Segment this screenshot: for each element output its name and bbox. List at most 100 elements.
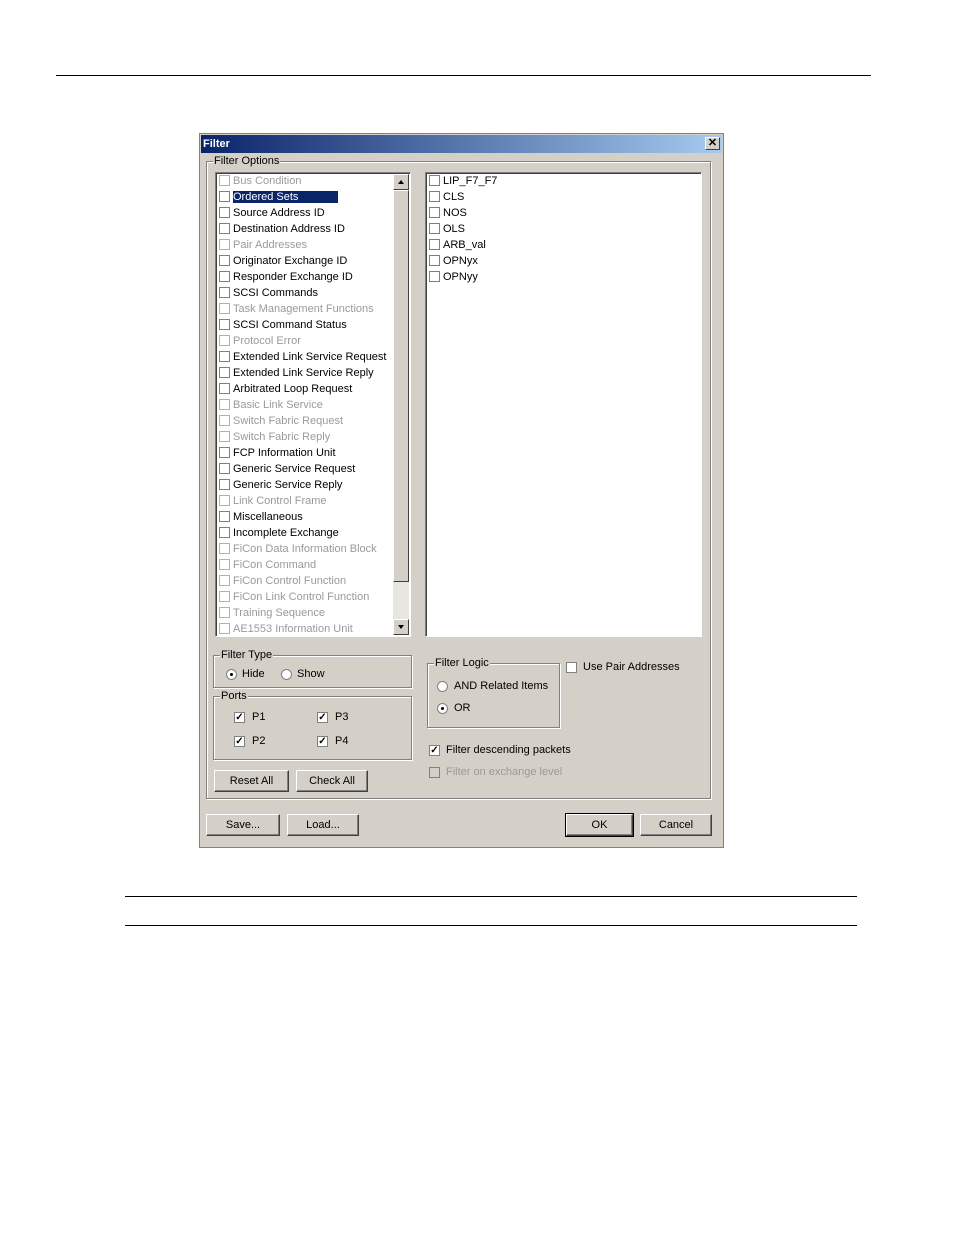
filter-option-checkbox[interactable] [219,558,230,570]
filter-type-label: Filter Type [220,649,274,661]
filter-option-checkbox[interactable] [219,590,230,602]
sub-option-checkbox[interactable] [429,270,440,282]
filter-option-item[interactable]: Miscellaneous [219,510,303,525]
filter-option-label: Pair Addresses [233,239,307,251]
sub-option-item[interactable]: OPNyx [429,254,478,269]
filter-option-checkbox[interactable] [219,382,230,394]
sub-option-item[interactable]: CLS [429,190,464,205]
filter-option-item[interactable]: SCSI Commands [219,286,318,301]
filter-option-checkbox[interactable] [219,206,230,218]
filter-option-checkbox[interactable] [219,270,230,282]
port-p1-checkbox[interactable]: ✓ [234,712,245,723]
filter-option-item[interactable]: Originator Exchange ID [219,254,347,269]
hide-radio[interactable] [226,669,237,680]
sub-option-checkbox[interactable] [429,174,440,186]
filter-option-checkbox[interactable] [219,222,230,234]
scroll-up-button[interactable] [393,174,409,190]
filter-option-item[interactable]: Switch Fabric Reply [219,430,330,445]
port-p4-checkbox[interactable]: ✓ [317,736,328,747]
filter-option-checkbox[interactable] [219,622,230,634]
reset-all-button[interactable]: Reset All [214,770,289,792]
filter-option-checkbox[interactable] [219,238,230,250]
filter-option-item[interactable]: Extended Link Service Request [219,350,386,365]
filter-option-item[interactable]: Extended Link Service Reply [219,366,374,381]
filter-option-item[interactable]: Switch Fabric Request [219,414,343,429]
filter-option-item[interactable]: Training Sequence [219,606,325,621]
filter-option-item[interactable]: Destination Address ID [219,222,345,237]
filter-option-checkbox[interactable] [219,190,230,202]
scroll-down-button[interactable] [393,619,409,635]
filter-option-checkbox[interactable] [219,606,230,618]
filter-exchange-checkbox[interactable] [429,767,440,778]
save-button[interactable]: Save... [206,814,280,836]
filter-option-item[interactable]: Generic Service Reply [219,478,342,493]
sub-option-checkbox[interactable] [429,190,440,202]
filter-option-checkbox[interactable] [219,494,230,506]
filter-option-item[interactable]: Basic Link Service [219,398,323,413]
filter-option-checkbox[interactable] [219,350,230,362]
filter-option-checkbox[interactable] [219,542,230,554]
filter-option-item[interactable]: Generic Service Request [219,462,355,477]
ok-button[interactable]: OK [565,813,634,837]
filter-option-item[interactable]: Ordered Sets [219,190,339,205]
filter-option-checkbox[interactable] [219,286,230,298]
filter-option-item[interactable]: Link Control Frame [219,494,327,509]
port-p3-checkbox[interactable]: ✓ [317,712,328,723]
or-radio[interactable] [437,703,448,714]
filter-option-checkbox[interactable] [219,318,230,330]
filter-option-item[interactable]: Responder Exchange ID [219,270,353,285]
close-button[interactable]: ✕ [705,137,720,150]
filter-option-checkbox[interactable] [219,398,230,410]
filter-option-checkbox[interactable] [219,574,230,586]
port-p2-checkbox[interactable]: ✓ [234,736,245,747]
load-button[interactable]: Load... [287,814,359,836]
sub-option-item[interactable]: OPNyy [429,270,478,285]
filter-option-checkbox[interactable] [219,414,230,426]
filter-option-checkbox[interactable] [219,430,230,442]
filter-option-item[interactable]: Task Management Functions [219,302,374,317]
filter-option-item[interactable]: Incomplete Exchange [219,526,339,541]
filter-options-list[interactable]: Bus Condition Ordered Sets Source Address … [215,172,411,637]
filter-option-checkbox[interactable] [219,174,230,186]
sub-option-item[interactable]: LIP_F7_F7 [429,174,497,189]
filter-option-checkbox[interactable] [219,462,230,474]
filter-descending-checkbox[interactable]: ✓ [429,745,440,756]
filter-option-checkbox[interactable] [219,478,230,490]
filter-option-checkbox[interactable] [219,526,230,538]
sub-option-checkbox[interactable] [429,254,440,266]
filter-option-item[interactable]: FiCon Control Function [219,574,346,589]
use-pair-addresses-checkbox[interactable] [566,662,577,673]
filter-option-checkbox[interactable] [219,302,230,314]
filter-option-checkbox[interactable] [219,366,230,378]
cancel-button[interactable]: Cancel [640,814,712,836]
filter-option-item[interactable]: FiCon Command [219,558,316,573]
filter-option-label: Basic Link Service [233,399,323,411]
sub-options-list[interactable]: LIP_F7_F7 CLS NOS OLS ARB_val OPNyx OPNyy [425,172,702,637]
filter-option-item[interactable]: Source Address ID [219,206,325,221]
filter-option-item[interactable]: Protocol Error [219,334,301,349]
show-radio[interactable] [281,669,292,680]
sub-option-checkbox[interactable] [429,238,440,250]
filter-option-item[interactable]: Bus Condition [219,174,302,189]
sub-option-item[interactable]: OLS [429,222,465,237]
filter-option-checkbox[interactable] [219,446,230,458]
filter-option-checkbox[interactable] [219,254,230,266]
filter-option-item[interactable]: SCSI Command Status [219,318,347,333]
scroll-thumb[interactable] [393,190,409,582]
filter-option-item[interactable]: FiCon Link Control Function [219,590,369,605]
filter-option-item[interactable]: AE1553 Information Unit [219,622,353,636]
sub-option-item[interactable]: NOS [429,206,467,221]
check-all-button[interactable]: Check All [296,770,368,792]
sub-option-checkbox[interactable] [429,206,440,218]
sub-option-item[interactable]: ARB_val [429,238,486,253]
filter-option-item[interactable]: FiCon Data Information Block [219,542,377,557]
and-related-items-radio[interactable] [437,681,448,692]
filter-option-item[interactable]: Arbitrated Loop Request [219,382,352,397]
filter-option-checkbox[interactable] [219,334,230,346]
filter-option-item[interactable]: Pair Addresses [219,238,307,253]
filter-option-item[interactable]: FCP Information Unit [219,446,336,461]
options-scrollbar[interactable] [393,174,409,635]
filter-option-label: Extended Link Service Reply [233,367,374,379]
sub-option-checkbox[interactable] [429,222,440,234]
filter-option-checkbox[interactable] [219,510,230,522]
